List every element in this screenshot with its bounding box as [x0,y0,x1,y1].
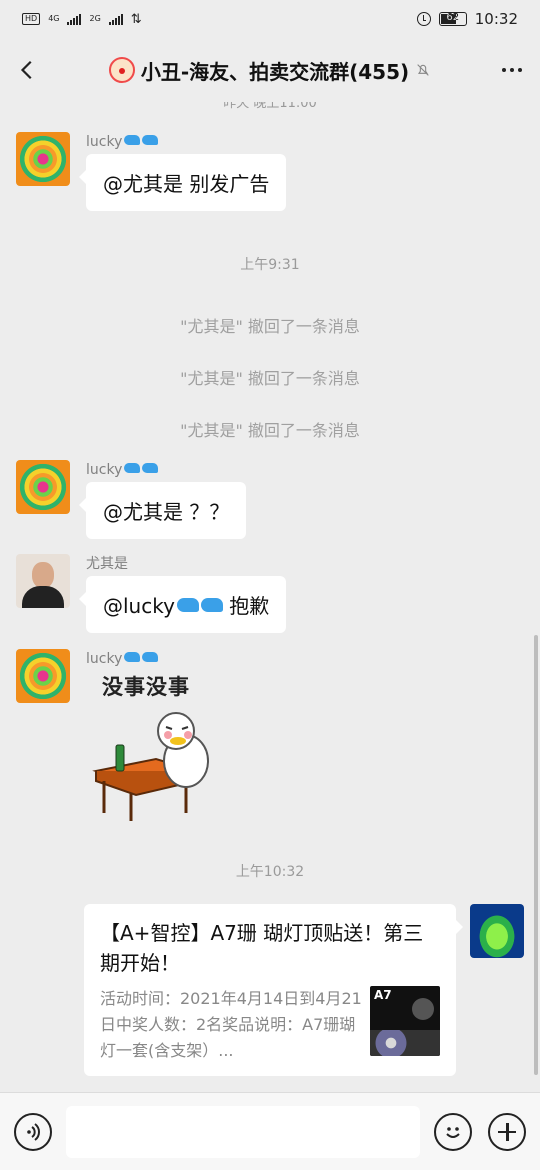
whale-emoji-icon [142,135,159,145]
coral-base-image [370,1030,440,1056]
sender-name: lucky [86,649,226,671]
chat-header: 小丑-海友、拍卖交流群(455) [0,38,540,102]
whale-emoji-icon [142,652,159,662]
whale-emoji-icon [142,463,159,473]
status-bar: HD 4G 2G ⇅ 62 10:32 [0,0,540,38]
message-row: lucky @尤其是 别发广告 [16,132,287,211]
emoji-button[interactable] [434,1112,472,1151]
whale-emoji-icon [124,463,141,473]
whale-emoji-icon [124,652,141,662]
data-saver-icon: ⇅ [130,11,142,27]
whale-emoji-icon [124,135,141,145]
message-row-self: 【A+智控】A7珊 瑚灯顶贴送！第三期开始！ 活动时间：2021年4月14日到4… [84,904,524,1076]
message-row: 尤其是 @lucky 抱歉 [16,554,287,633]
battery-icon: 62 [438,12,467,26]
smiley-icon [446,1126,460,1138]
network-4g-label: 4G [48,14,60,23]
back-button[interactable] [0,38,56,102]
avatar-lucky[interactable] [16,132,70,186]
whale-emoji-icon [200,598,223,612]
message-list[interactable]: 昨天 晚上11:00 lucky @尤其是 别发广告 上午9:31 "尤其是" … [0,102,540,1092]
sticker-caption: 没事没事 [102,675,190,699]
alarm-icon [416,12,431,26]
card-description: 活动时间：2021年4月14日到4月21日中奖人数：2名奖品说明：A7珊瑚灯一套… [100,989,362,1060]
dot-icon [518,68,522,72]
mute-bell-icon [417,64,429,76]
battery-level: 62 [446,12,460,23]
lamp-icon [412,998,434,1020]
message-bubble[interactable]: @lucky 抱歉 [78,576,287,633]
hd-indicator: HD [22,13,41,25]
avatar-self[interactable] [470,904,524,958]
duck-table-sticker-icon [92,712,209,821]
sender-name: lucky [86,132,286,154]
message-row: lucky @尤其是 ？？ [16,460,247,539]
timestamp: 上午10:32 [235,864,305,880]
card-title: 【A+智控】A7珊 瑚灯顶贴送！第三期开始！ [100,921,424,975]
message-bubble[interactable]: @尤其是 ？？ [78,482,247,539]
more-options-button[interactable] [484,38,540,102]
clock-time: 10:32 [474,10,518,28]
timestamp: 上午9:31 [240,257,300,273]
scrollbar[interactable] [534,635,538,1075]
avatar-youqishi[interactable] [16,554,70,608]
message-bubble[interactable]: @尤其是 别发广告 [78,154,287,211]
recall-notice: "尤其是" 撤回了一条消息 [180,421,360,440]
dot-icon [502,68,506,72]
chevron-left-icon [20,60,32,80]
avatar-lucky[interactable] [16,460,70,514]
voice-button[interactable] [14,1112,52,1151]
thumb-label: A7 [374,988,392,1002]
partial-timestamp: 昨天 晚上11:00 [223,102,317,111]
recall-notice: "尤其是" 撤回了一条消息 [180,369,360,388]
sender-name: 尤其是 [86,556,128,572]
sticker-image[interactable]: 没事没事 [86,671,226,821]
add-attachment-button[interactable] [488,1112,526,1151]
voice-icon [27,1122,40,1141]
signal-icon-2 [108,13,123,25]
input-bar [0,1092,540,1170]
avatar-lucky[interactable] [16,649,70,703]
network-2g-label: 2G [89,14,101,23]
whale-emoji-icon [176,598,199,612]
signal-icon [67,13,82,25]
message-row: lucky 没事没事 [16,649,226,821]
clown-emoji-icon [108,57,135,83]
recall-notice: "尤其是" 撤回了一条消息 [180,317,360,336]
chat-title-area[interactable]: 小丑-海友、拍卖交流群(455) [56,56,484,85]
dot-icon [510,68,514,72]
message-input[interactable] [66,1105,420,1158]
chat-title: 小丑-海友、拍卖交流群(455) [140,59,410,84]
link-card[interactable]: 【A+智控】A7珊 瑚灯顶贴送！第三期开始！ 活动时间：2021年4月14日到4… [84,904,463,1076]
sender-name: lucky [86,460,246,482]
card-thumbnail: A7 [370,986,440,1056]
